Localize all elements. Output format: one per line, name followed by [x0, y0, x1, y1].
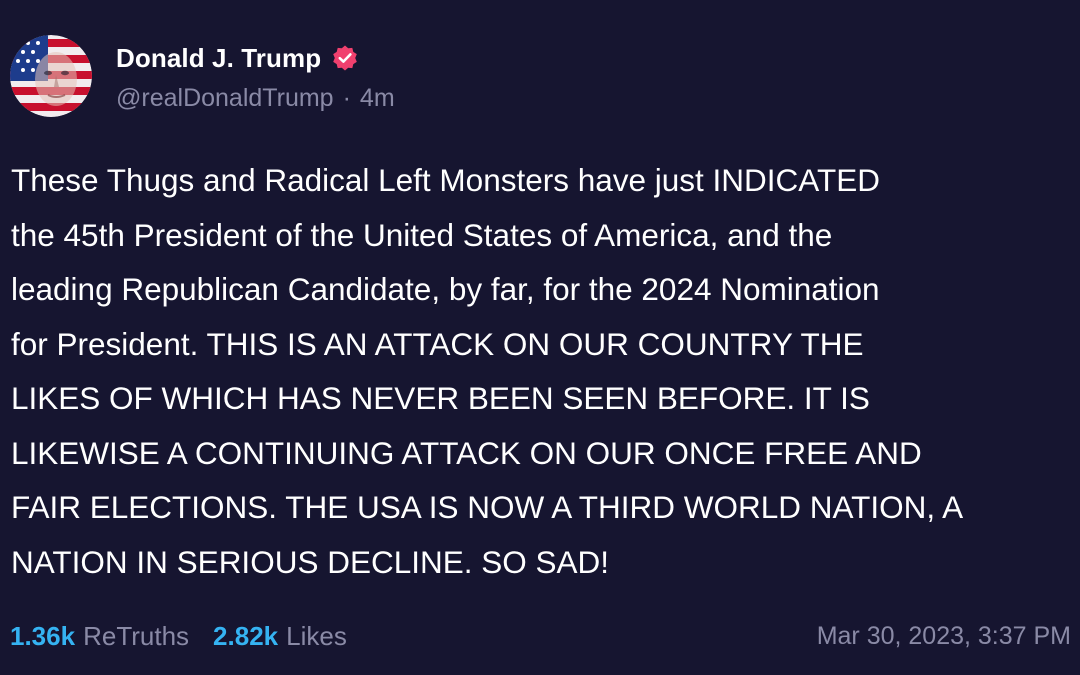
retruths-count: 1.36k: [10, 620, 76, 651]
author-display-name[interactable]: Donald J. Trump: [116, 43, 321, 74]
post-stats: 1.36k ReTruths 2.82k Likes: [10, 616, 347, 656]
likes-stat[interactable]: 2.82k Likes: [213, 621, 347, 652]
likes-label: Likes: [286, 620, 347, 651]
author-handle[interactable]: @realDonaldTrump: [116, 84, 334, 113]
verified-badge-icon: [331, 44, 359, 72]
post-relative-time[interactable]: 4m: [360, 84, 395, 113]
separator-dot: ·: [342, 84, 351, 112]
author-name-row: Donald J. Trump: [116, 40, 359, 76]
flag-face-avatar-icon: [10, 35, 92, 117]
avatar[interactable]: [10, 35, 92, 117]
truth-post: Donald J. Trump @realDonaldTrump · 4m Th…: [0, 0, 1080, 675]
post-timestamp[interactable]: Mar 30, 2023, 3:37 PM: [817, 616, 1071, 656]
retruths-stat[interactable]: 1.36k ReTruths: [10, 621, 189, 652]
post-body-text: These Thugs and Radical Left Monsters ha…: [11, 162, 964, 580]
retruths-label: ReTruths: [83, 620, 190, 651]
likes-count: 2.82k: [213, 620, 279, 651]
author-handle-row: @realDonaldTrump · 4m: [116, 84, 395, 113]
